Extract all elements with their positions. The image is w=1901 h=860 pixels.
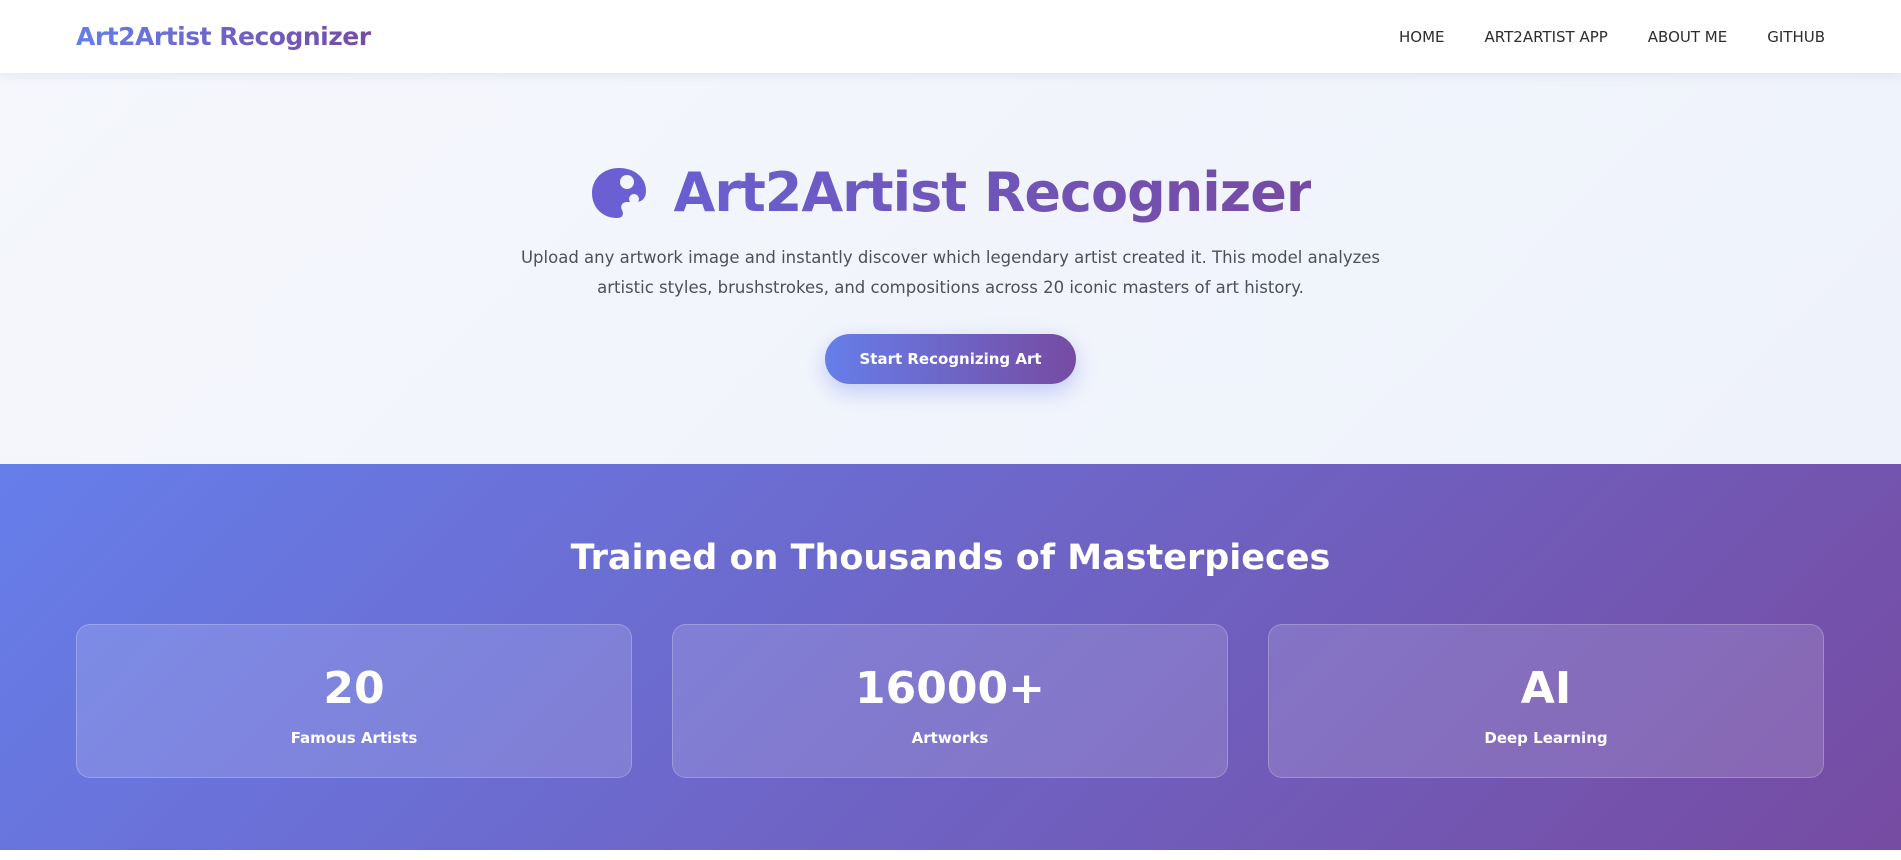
nav-link-app[interactable]: ART2ARTIST APP	[1485, 28, 1608, 46]
start-recognizing-button[interactable]: Start Recognizing Art	[825, 334, 1076, 384]
stat-label: Artworks	[911, 729, 989, 747]
hero-title-text: Art2Artist Recognizer	[673, 161, 1313, 224]
palette-icon	[591, 167, 646, 218]
stat-value: AI	[1520, 663, 1572, 714]
stats-section: Trained on Thousands of Masterpieces 20 …	[0, 464, 1901, 850]
stat-value: 16000+	[855, 663, 1045, 714]
nav-link-about[interactable]: ABOUT ME	[1648, 28, 1727, 46]
stat-card-artists: 20 Famous Artists	[76, 624, 632, 778]
hero-section: Art2Artist Recognizer Upload any artwork…	[0, 73, 1901, 464]
nav-link-home[interactable]: HOME	[1399, 28, 1445, 46]
stat-label: Famous Artists	[290, 729, 418, 747]
stat-card-ai: AI Deep Learning	[1268, 624, 1824, 778]
hero-title: Art2Artist Recognizer	[0, 161, 1901, 224]
stat-value: 20	[323, 663, 385, 714]
nav-link-github[interactable]: GITHUB	[1767, 28, 1825, 46]
top-navbar: Art2Artist Recognizer HOME ART2ARTIST AP…	[0, 0, 1901, 73]
stat-card-artworks: 16000+ Artworks	[672, 624, 1228, 778]
nav-links: HOME ART2ARTIST APP ABOUT ME GITHUB	[1399, 28, 1825, 46]
stats-heading: Trained on Thousands of Masterpieces	[570, 538, 1331, 578]
page-bottom	[0, 850, 1901, 860]
brand-logo[interactable]: Art2Artist Recognizer	[76, 22, 371, 51]
stat-label: Deep Learning	[1484, 729, 1608, 747]
hero-description: Upload any artwork image and instantly d…	[520, 248, 1381, 297]
